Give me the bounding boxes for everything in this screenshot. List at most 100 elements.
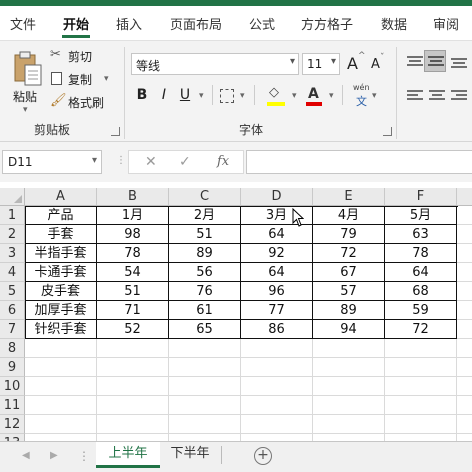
column-header[interactable]: B [97, 188, 169, 206]
empty-cell[interactable] [457, 339, 472, 358]
empty-cell[interactable] [313, 358, 385, 377]
column-header[interactable]: D [241, 188, 313, 206]
format-painter-button[interactable]: 🖌 格式刷 [50, 93, 106, 111]
shrink-font-button[interactable]: A [371, 57, 380, 72]
table-cell[interactable]: 89 [169, 244, 241, 263]
empty-cell[interactable] [313, 396, 385, 415]
align-top-icon[interactable] [406, 55, 424, 69]
menu-page-layout[interactable]: 页面布局 [170, 14, 222, 33]
row-header[interactable]: 3 [0, 244, 25, 263]
empty-cell[interactable] [457, 282, 472, 301]
empty-cell[interactable] [25, 377, 97, 396]
bold-button[interactable]: B [133, 87, 151, 103]
empty-cell[interactable] [457, 320, 472, 339]
empty-cell[interactable] [241, 358, 313, 377]
next-sheet-icon[interactable]: ▶ [50, 450, 58, 461]
table-cell[interactable]: 89 [313, 301, 385, 320]
table-header-cell[interactable]: 产品 [25, 206, 97, 225]
empty-cell[interactable] [313, 339, 385, 358]
italic-button[interactable]: I [155, 87, 173, 103]
table-cell[interactable]: 63 [385, 225, 457, 244]
table-cell[interactable]: 手套 [25, 225, 97, 244]
table-cell[interactable]: 51 [169, 225, 241, 244]
table-cell[interactable]: 94 [313, 320, 385, 339]
row-header[interactable]: 5 [0, 282, 25, 301]
table-cell[interactable]: 92 [241, 244, 313, 263]
insert-function-icon[interactable]: fx [217, 154, 229, 169]
font-color-dropdown-icon[interactable]: ▾ [329, 91, 334, 101]
column-header[interactable]: E [313, 188, 385, 206]
menu-home[interactable]: 开始 [63, 14, 89, 33]
select-all-corner[interactable] [0, 188, 25, 206]
column-header[interactable] [457, 188, 472, 206]
empty-cell[interactable] [25, 396, 97, 415]
menu-formulas[interactable]: 公式 [249, 14, 275, 33]
cancel-icon[interactable]: ✕ [145, 154, 157, 170]
empty-cell[interactable] [457, 206, 472, 225]
menu-insert[interactable]: 插入 [116, 14, 142, 33]
menu-review[interactable]: 审阅 [433, 14, 459, 33]
table-cell[interactable]: 54 [97, 263, 169, 282]
table-cell[interactable]: 67 [313, 263, 385, 282]
copy-dropdown-icon[interactable]: ▾ [104, 74, 109, 84]
prev-sheet-icon[interactable]: ◀ [22, 450, 30, 461]
empty-cell[interactable] [457, 225, 472, 244]
empty-cell[interactable] [25, 358, 97, 377]
table-cell[interactable]: 78 [97, 244, 169, 263]
empty-cell[interactable] [97, 339, 169, 358]
row-header[interactable]: 4 [0, 263, 25, 282]
paste-dropdown-icon[interactable]: ▾ [23, 105, 28, 115]
row-header[interactable]: 12 [0, 415, 25, 434]
empty-cell[interactable] [457, 377, 472, 396]
name-box[interactable]: D11 ▾ [2, 150, 102, 174]
row-header[interactable]: 10 [0, 377, 25, 396]
column-header[interactable]: C [169, 188, 241, 206]
empty-cell[interactable] [457, 396, 472, 415]
empty-cell[interactable] [169, 339, 241, 358]
enter-icon[interactable]: ✓ [179, 154, 191, 170]
align-left-icon[interactable] [406, 89, 424, 103]
phonetic-dropdown-icon[interactable]: ▾ [372, 91, 377, 101]
font-color-icon[interactable]: A [308, 86, 319, 102]
align-right-icon[interactable] [450, 89, 468, 103]
table-cell[interactable]: 76 [169, 282, 241, 301]
row-header[interactable]: 8 [0, 339, 25, 358]
row-header[interactable]: 11 [0, 396, 25, 415]
table-cell[interactable]: 64 [241, 263, 313, 282]
empty-cell[interactable] [457, 415, 472, 434]
row-header[interactable]: 6 [0, 301, 25, 320]
empty-cell[interactable] [457, 244, 472, 263]
menu-file[interactable]: 文件 [10, 14, 36, 33]
clipboard-launcher-icon[interactable] [111, 127, 120, 136]
table-cell[interactable]: 64 [385, 263, 457, 282]
empty-cell[interactable] [25, 339, 97, 358]
align-bottom-icon[interactable] [450, 55, 468, 69]
table-header-cell[interactable]: 1月 [97, 206, 169, 225]
table-header-cell[interactable]: 5月 [385, 206, 457, 225]
copy-button[interactable]: 复制 ▾ [50, 70, 112, 88]
table-cell[interactable]: 52 [97, 320, 169, 339]
empty-cell[interactable] [169, 358, 241, 377]
row-header[interactable]: 2 [0, 225, 25, 244]
empty-cell[interactable] [313, 415, 385, 434]
font-size-dropdown-icon[interactable]: ▾ [331, 56, 336, 67]
align-middle-button[interactable] [424, 50, 446, 72]
table-header-cell[interactable]: 2月 [169, 206, 241, 225]
empty-cell[interactable] [169, 396, 241, 415]
table-cell[interactable]: 57 [313, 282, 385, 301]
paste-button[interactable]: 粘贴 ▾ [8, 47, 46, 117]
empty-cell[interactable] [169, 377, 241, 396]
empty-cell[interactable] [97, 377, 169, 396]
borders-dropdown-icon[interactable]: ▾ [240, 91, 245, 101]
menu-fangfang[interactable]: 方方格子 [301, 14, 353, 33]
table-cell[interactable]: 72 [313, 244, 385, 263]
empty-cell[interactable] [385, 377, 457, 396]
empty-cell[interactable] [385, 339, 457, 358]
menu-data[interactable]: 数据 [381, 14, 407, 33]
table-cell[interactable]: 针织手套 [25, 320, 97, 339]
borders-icon[interactable] [220, 89, 234, 103]
empty-cell[interactable] [457, 263, 472, 282]
empty-cell[interactable] [313, 377, 385, 396]
fill-color-icon[interactable]: ◇ [269, 85, 279, 100]
table-cell[interactable]: 86 [241, 320, 313, 339]
